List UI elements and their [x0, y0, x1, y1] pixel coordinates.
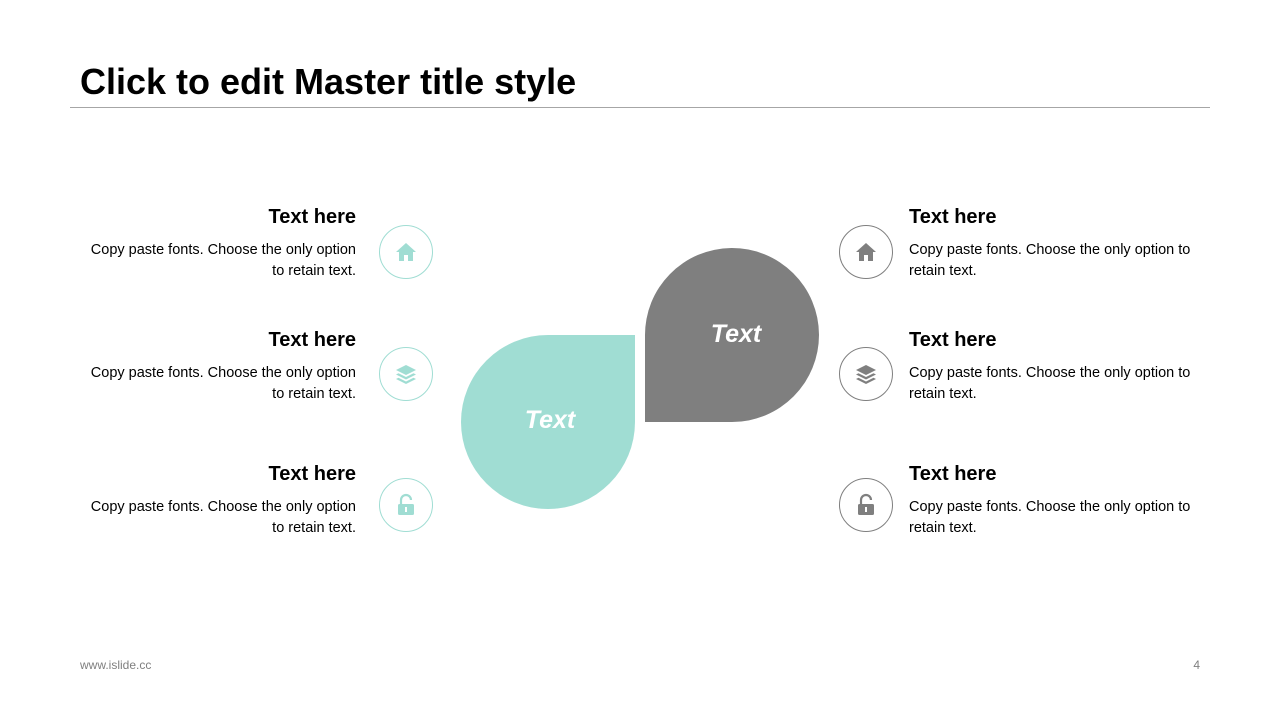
right-item-2: Text here Copy paste fonts. Choose the o…	[909, 327, 1199, 405]
item-heading[interactable]: Text here	[909, 461, 1199, 487]
item-body[interactable]: Copy paste fonts. Choose the only option…	[86, 240, 356, 282]
right-item-3: Text here Copy paste fonts. Choose the o…	[909, 461, 1199, 539]
unlock-icon	[839, 478, 893, 532]
left-item-2: Text here Copy paste fonts. Choose the o…	[86, 327, 356, 405]
item-body[interactable]: Copy paste fonts. Choose the only option…	[86, 497, 356, 539]
item-body[interactable]: Copy paste fonts. Choose the only option…	[909, 497, 1199, 539]
item-heading[interactable]: Text here	[86, 327, 356, 353]
item-body[interactable]: Copy paste fonts. Choose the only option…	[86, 363, 356, 405]
item-heading[interactable]: Text here	[86, 461, 356, 487]
item-body[interactable]: Copy paste fonts. Choose the only option…	[909, 240, 1199, 282]
item-heading[interactable]: Text here	[909, 204, 1199, 230]
layers-icon	[839, 347, 893, 401]
home-icon	[379, 225, 433, 279]
home-icon	[839, 225, 893, 279]
footer-url: www.islide.cc	[80, 658, 152, 672]
item-heading[interactable]: Text here	[86, 204, 356, 230]
right-item-1: Text here Copy paste fonts. Choose the o…	[909, 204, 1199, 282]
title-divider	[70, 107, 1210, 108]
left-item-1: Text here Copy paste fonts. Choose the o…	[86, 204, 356, 282]
page-number: 4	[1193, 658, 1200, 672]
item-body[interactable]: Copy paste fonts. Choose the only option…	[909, 363, 1199, 405]
item-heading[interactable]: Text here	[909, 327, 1199, 353]
slide-title[interactable]: Click to edit Master title style	[80, 58, 576, 106]
layers-icon	[379, 347, 433, 401]
gray-drop-label[interactable]: Text	[676, 319, 796, 349]
left-item-3: Text here Copy paste fonts. Choose the o…	[86, 461, 356, 539]
unlock-icon	[379, 478, 433, 532]
teal-drop-label[interactable]: Text	[490, 405, 610, 435]
